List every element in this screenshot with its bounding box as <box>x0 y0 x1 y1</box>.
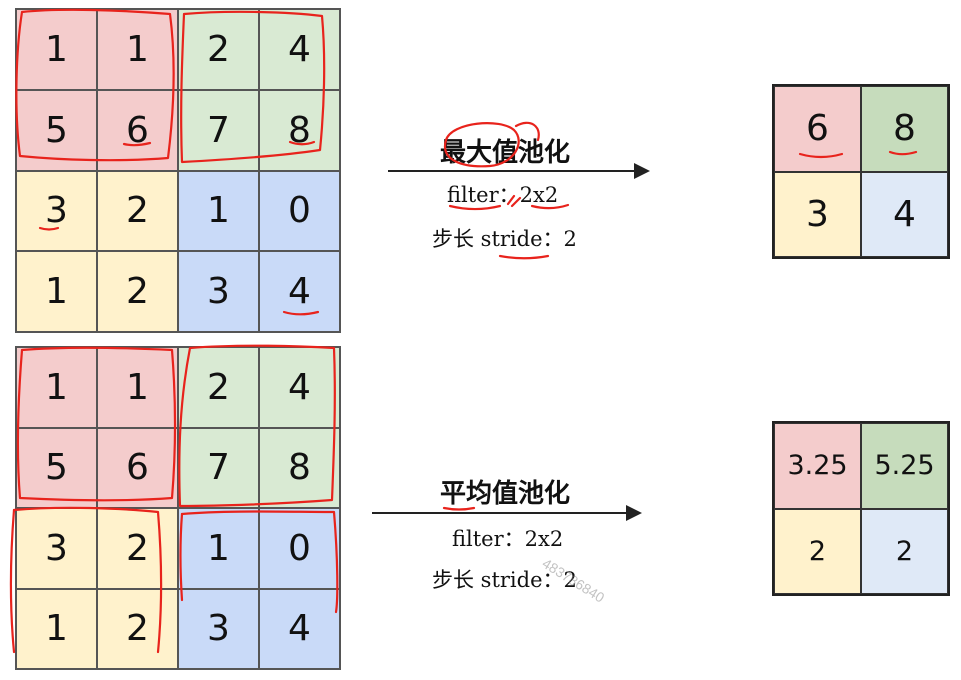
output-cell: 6 <box>774 86 861 172</box>
grid-cell: 2 <box>97 251 178 332</box>
grid-cell: 1 <box>97 347 178 428</box>
grid-cell: 1 <box>178 508 259 589</box>
grid-cell: 1 <box>16 588 97 669</box>
output-cell: 5.25 <box>861 423 948 509</box>
annotation-stroke <box>9 508 16 654</box>
avg-pool-arrow <box>372 505 642 521</box>
grid-cell: 4 <box>259 347 340 428</box>
grid-cell: 7 <box>178 89 259 171</box>
output-cell: 8 <box>861 86 948 172</box>
avg-pool-input-grid: 1 1 2 4 5 6 7 8 3 2 1 0 1 2 3 4 <box>15 346 341 670</box>
avg-pool-filter-label: filter：2x2 <box>452 527 564 551</box>
grid-cell: 1 <box>178 170 259 252</box>
grid-cell: 8 <box>259 89 340 171</box>
grid-cell: 4 <box>259 251 340 332</box>
output-cell: 4 <box>861 171 948 257</box>
grid-cell: 5 <box>16 89 97 171</box>
annotation-stroke <box>498 254 550 260</box>
grid-cell: 2 <box>97 170 178 252</box>
max-pool-input-grid: 1 1 2 4 5 6 7 8 3 2 1 0 1 2 3 4 <box>15 8 341 333</box>
grid-cell: 1 <box>97 9 178 90</box>
grid-cell: 3 <box>16 508 97 589</box>
grid-cell: 6 <box>97 89 178 171</box>
grid-cell: 1 <box>16 347 97 428</box>
grid-cell: 2 <box>178 347 259 428</box>
output-cell: 2 <box>774 508 861 594</box>
grid-cell: 5 <box>16 427 97 508</box>
grid-cell: 6 <box>97 427 178 508</box>
max-pool-title: 最大值池化 <box>440 138 571 168</box>
grid-cell: 0 <box>259 170 340 252</box>
avg-pool-output-grid: 3.25 5.25 2 2 <box>772 421 950 596</box>
output-cell: 2 <box>861 508 948 594</box>
grid-cell: 0 <box>259 508 340 589</box>
grid-cell: 4 <box>259 9 340 90</box>
grid-cell: 2 <box>97 508 178 589</box>
grid-cell: 2 <box>97 588 178 669</box>
max-pool-output-grid: 6 8 3 4 <box>772 84 950 259</box>
avg-pool-title: 平均值池化 <box>440 479 571 509</box>
grid-cell: 3 <box>178 251 259 332</box>
grid-cell: 1 <box>16 9 97 90</box>
max-pool-stride-label: 步长 stride：2 <box>432 227 577 251</box>
grid-cell: 2 <box>178 9 259 90</box>
grid-cell: 3 <box>16 170 97 252</box>
output-cell: 3 <box>774 171 861 257</box>
grid-cell: 3 <box>178 588 259 669</box>
max-pool-filter-label: filter：2x2 <box>447 183 559 207</box>
grid-cell: 8 <box>259 427 340 508</box>
grid-cell: 7 <box>178 427 259 508</box>
output-cell: 3.25 <box>774 423 861 509</box>
max-pool-arrow <box>388 163 650 179</box>
grid-cell: 4 <box>259 588 340 669</box>
grid-cell: 1 <box>16 251 97 332</box>
